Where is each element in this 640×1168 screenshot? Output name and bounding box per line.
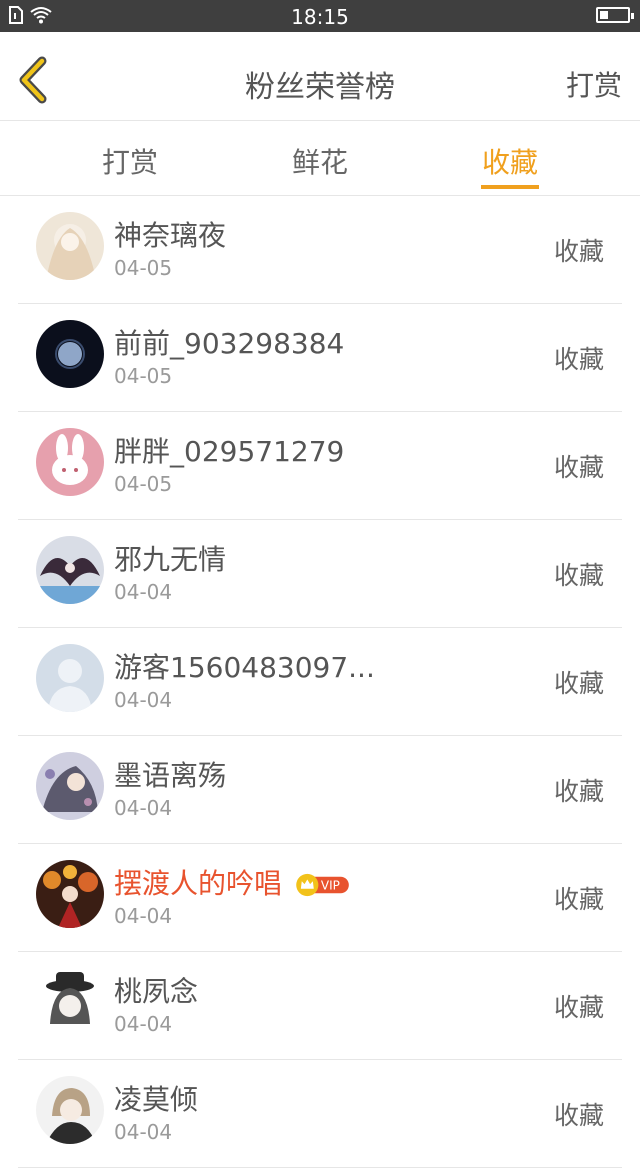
- list-item[interactable]: 胖胖_029571279 04-05 收藏: [0, 412, 640, 520]
- avatar: [36, 320, 104, 388]
- list-item[interactable]: 前前_903298384 04-05 收藏: [0, 304, 640, 412]
- fan-action: 收藏: [553, 561, 604, 590]
- fan-action: 收藏: [553, 1101, 604, 1130]
- fan-name: 前前_903298384: [114, 327, 345, 360]
- avatar: [36, 752, 104, 820]
- svg-text:VIP: VIP: [321, 879, 340, 893]
- active-tab-indicator: [481, 185, 539, 189]
- vip-badge: VIP: [296, 873, 349, 897]
- fan-date: 04-04: [114, 1120, 173, 1144]
- fan-date: 04-05: [114, 472, 173, 496]
- fan-action: 收藏: [553, 453, 604, 482]
- fan-action: 收藏: [553, 345, 604, 374]
- list-item[interactable]: 墨语离殇 04-04 收藏: [0, 736, 640, 844]
- fan-date: 04-04: [114, 904, 173, 928]
- page-title: 粉丝荣誉榜: [245, 70, 395, 105]
- list-item[interactable]: 桃夙念 04-04 收藏: [0, 952, 640, 1060]
- tab-flowers[interactable]: 鲜花: [250, 141, 390, 181]
- reward-button[interactable]: 打赏: [566, 64, 622, 104]
- avatar: [36, 644, 104, 712]
- fan-name: 凌莫倾: [114, 1083, 199, 1116]
- header-bar: 粉丝荣誉榜 打赏: [0, 32, 640, 121]
- list-item[interactable]: 摆渡人的吟唱 VIP 04-04 收藏: [0, 844, 640, 952]
- tab-reward[interactable]: 打赏: [60, 141, 200, 181]
- fan-action: 收藏: [553, 669, 604, 698]
- fan-action: 收藏: [553, 777, 604, 806]
- fan-date: 04-04: [114, 796, 173, 820]
- fan-action: 收藏: [553, 237, 604, 266]
- fan-date: 04-04: [114, 580, 173, 604]
- avatar: [36, 536, 104, 604]
- list-item[interactable]: 神奈璃夜 04-05 收藏: [0, 196, 640, 304]
- list-item[interactable]: 邪九无情 04-04 收藏: [0, 520, 640, 628]
- fan-name: 游客1560483097...: [114, 651, 375, 684]
- avatar: [36, 212, 104, 280]
- fan-list: 神奈璃夜 04-05 收藏 前前_903298384 04-05 收藏 胖胖_0…: [0, 196, 640, 1168]
- fan-action: 收藏: [553, 885, 604, 914]
- avatar: [36, 968, 104, 1036]
- fan-name: 神奈璃夜: [114, 219, 227, 252]
- fan-name: 桃夙念: [114, 975, 199, 1008]
- fan-date: 04-04: [114, 1012, 173, 1036]
- status-time: 18:15: [291, 5, 349, 29]
- avatar: [36, 860, 104, 928]
- fan-date: 04-05: [114, 364, 173, 388]
- fan-name: 摆渡人的吟唱 VIP: [114, 862, 353, 902]
- status-bar: 18:15: [0, 0, 640, 32]
- avatar: [36, 1076, 104, 1144]
- list-item[interactable]: 凌莫倾 04-04 收藏: [0, 1060, 640, 1168]
- tab-collect[interactable]: 收藏: [440, 141, 580, 181]
- fan-name: 邪九无情: [114, 543, 227, 576]
- fan-name: 墨语离殇: [114, 759, 227, 792]
- fan-action: 收藏: [553, 993, 604, 1022]
- fan-date: 04-05: [114, 256, 173, 280]
- list-item[interactable]: 游客1560483097... 04-04 收藏: [0, 628, 640, 736]
- battery-icon: [596, 7, 634, 23]
- avatar: [36, 428, 104, 496]
- fan-date: 04-04: [114, 688, 173, 712]
- fan-name: 胖胖_029571279: [114, 435, 345, 468]
- tab-bar: 打赏 鲜花 收藏: [0, 121, 640, 196]
